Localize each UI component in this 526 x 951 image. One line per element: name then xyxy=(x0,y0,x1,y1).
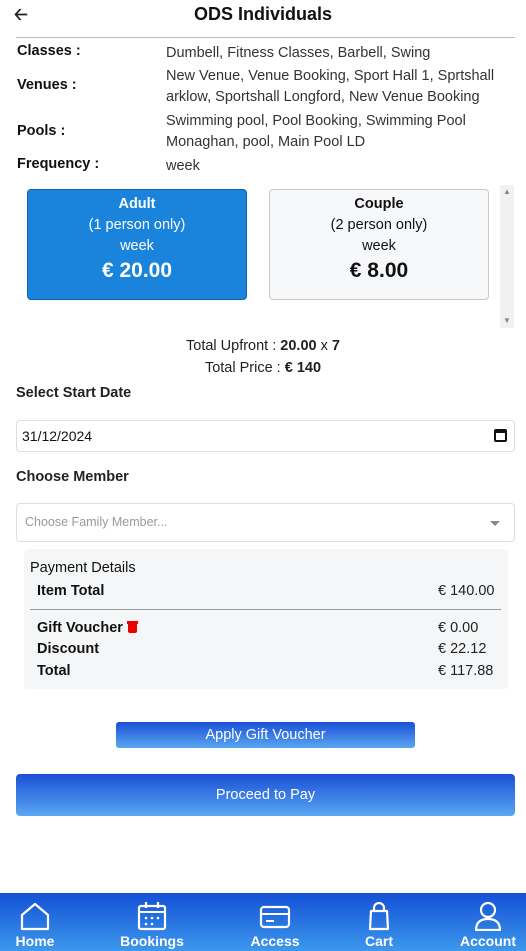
frequency-value: week xyxy=(166,158,200,174)
page-title: ODS Individuals xyxy=(193,4,333,24)
app-header: 🡠 ODS Individuals xyxy=(0,0,526,32)
plan-price: € 8.00 xyxy=(349,259,409,282)
total-upfront-label: Total Upfront : xyxy=(186,338,277,354)
plan-price: € 20.00 xyxy=(101,259,173,282)
venues-label: Venues : xyxy=(17,77,77,93)
payment-title: Payment Details xyxy=(30,560,136,576)
discount-value: € 22.12 xyxy=(438,641,487,657)
plan-scrollbar[interactable]: ▲ ▼ xyxy=(500,185,514,328)
apply-gift-voucher-button[interactable]: Apply Gift Voucher xyxy=(116,722,415,748)
discount-label: Discount xyxy=(37,641,100,657)
pools-row: Pools : Swimming pool, Pool Booking, Swi… xyxy=(17,111,512,153)
payment-details: Payment Details Item Total € 140.00 Gift… xyxy=(24,549,508,689)
plan-description: (1 person only) xyxy=(88,217,186,233)
choose-member-label: Choose Member xyxy=(16,469,129,485)
plan-description: (2 person only) xyxy=(330,217,428,233)
family-member-placeholder: Choose Family Member... xyxy=(25,515,168,529)
frequency-label: Frequency : xyxy=(17,156,100,172)
payment-divider xyxy=(30,609,501,610)
scroll-down-icon[interactable]: ▼ xyxy=(500,314,514,328)
gift-voucher-label: Gift Voucher xyxy=(37,620,123,636)
plan-card-adult[interactable]: Adult (1 person only) week € 20.00 xyxy=(27,189,247,300)
gift-voucher-value: € 0.00 xyxy=(438,620,479,636)
item-total-value: € 140.00 xyxy=(438,583,495,599)
gift-voucher-key: Gift Voucher xyxy=(37,620,138,636)
nav-item-access[interactable]: Access xyxy=(240,893,310,951)
calendar-icon[interactable] xyxy=(494,429,507,442)
classes-label: Classes : xyxy=(17,43,81,59)
card-icon xyxy=(259,905,291,929)
nav-label-cart: Cart xyxy=(364,933,393,949)
total-upfront-amount: 20.00 xyxy=(280,338,317,354)
bag-icon xyxy=(368,901,390,931)
plan-name: Adult xyxy=(118,196,156,212)
venues-value: New Venue, Venue Booking, Sport Hall 1, … xyxy=(166,68,495,105)
total-upfront-times: x xyxy=(320,338,328,354)
trash-icon[interactable] xyxy=(126,621,138,633)
start-date-input[interactable]: 31/12/2024 xyxy=(16,420,515,452)
classes-value: Dumbell, Fitness Classes, Barbell, Swing xyxy=(166,45,431,61)
start-date-value: 31/12/2024 xyxy=(22,428,93,444)
nav-label-bookings: Bookings xyxy=(120,933,184,949)
item-total-label: Item Total xyxy=(37,583,105,599)
nav-item-home[interactable]: Home xyxy=(0,893,70,951)
total-price-value: € 140 xyxy=(284,360,322,376)
calendar-icon xyxy=(137,902,167,931)
venues-row: Venues : New Venue, Venue Booking, Sport… xyxy=(17,66,512,108)
total-upfront-multiplier: 7 xyxy=(331,338,340,354)
total-value: € 117.88 xyxy=(438,663,494,679)
plan-period: week xyxy=(362,238,396,254)
plan-list: Adult (1 person only) week € 20.00 Coupl… xyxy=(16,185,514,328)
total-price: Total Price : € 140 xyxy=(0,360,526,376)
nav-label-home: Home xyxy=(15,933,55,949)
total-price-label: Total Price : xyxy=(204,360,281,376)
user-icon xyxy=(474,901,502,931)
proceed-to-pay-button[interactable]: Proceed to Pay xyxy=(16,774,515,816)
nav-label-access: Access xyxy=(250,933,300,949)
start-date-label: Select Start Date xyxy=(16,385,132,401)
family-member-select[interactable]: Choose Family Member... xyxy=(16,503,515,542)
nav-item-cart[interactable]: Cart xyxy=(349,893,409,951)
pools-value: Swimming pool, Pool Booking, Swimming Po… xyxy=(166,113,466,150)
total-upfront: Total Upfront : 20.00 x 7 xyxy=(0,338,526,354)
nav-label-account: Account xyxy=(460,933,516,949)
classes-row: Classes : Dumbell, Fitness Classes, Barb… xyxy=(17,43,512,63)
header-divider xyxy=(16,37,515,38)
nav-item-bookings[interactable]: Bookings xyxy=(112,893,192,951)
scroll-up-icon[interactable]: ▲ xyxy=(500,185,514,199)
frequency-row: Frequency : week xyxy=(17,156,512,176)
chevron-down-icon xyxy=(490,521,500,526)
plan-name: Couple xyxy=(354,196,404,212)
bottom-nav: Home Bookings Access Cart Account xyxy=(0,893,526,951)
pools-label: Pools : xyxy=(17,123,66,139)
plan-card-couple[interactable]: Couple (2 person only) week € 8.00 xyxy=(269,189,489,300)
nav-item-account[interactable]: Account xyxy=(452,893,524,951)
total-label: Total xyxy=(37,663,71,679)
home-icon xyxy=(20,902,50,931)
plan-period: week xyxy=(120,238,154,254)
